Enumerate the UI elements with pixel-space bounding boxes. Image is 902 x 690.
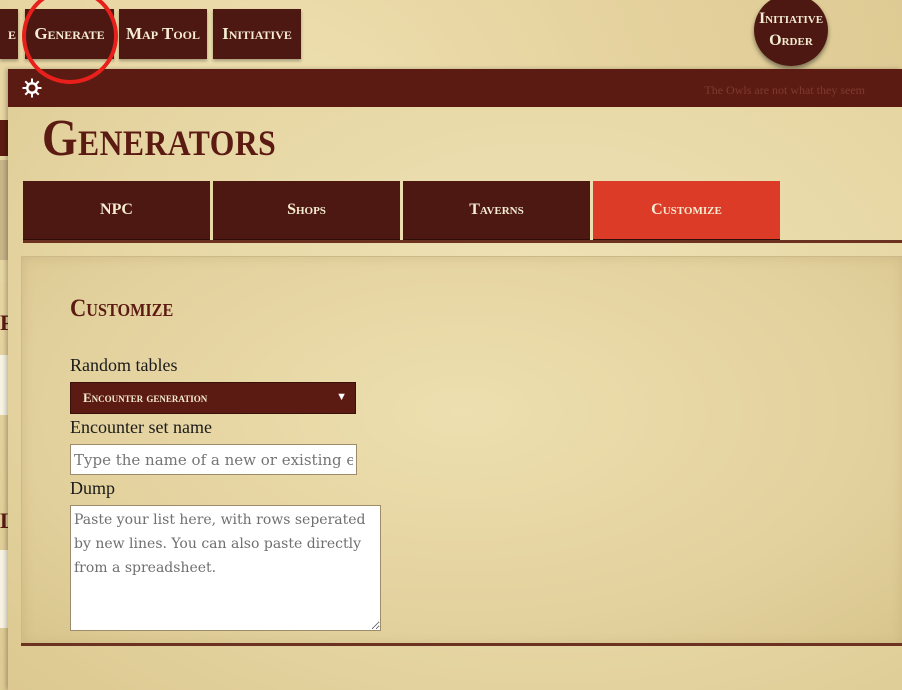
encounter-set-label: Encounter set name bbox=[70, 417, 212, 437]
encounter-set-input[interactable] bbox=[70, 444, 357, 475]
nav-generate-button[interactable]: Generate bbox=[25, 9, 114, 59]
dump-label: Dump bbox=[70, 478, 115, 498]
random-tables-label: Random tables bbox=[70, 355, 178, 375]
tab-npc-label: NPC bbox=[100, 201, 133, 218]
initiative-order-button[interactable]: Initiative Order bbox=[754, 0, 828, 66]
panel-header: The Owls are not what they seem bbox=[8, 69, 902, 107]
nav-map-tool-button[interactable]: Map Tool bbox=[119, 9, 207, 59]
tab-shops-label: Shops bbox=[287, 201, 326, 218]
tab-taverns-label: Taverns bbox=[469, 201, 524, 218]
section-title: Customize bbox=[70, 295, 174, 322]
gear-icon[interactable] bbox=[22, 78, 42, 98]
panel-tagline: The Owls are not what they seem bbox=[704, 83, 865, 97]
tab-taverns[interactable]: Taverns bbox=[403, 181, 590, 241]
nav-map-tool-label: Map Tool bbox=[126, 24, 200, 43]
tab-customize[interactable]: Customize bbox=[593, 181, 780, 241]
random-tables-selected-value: Encounter generation bbox=[83, 390, 208, 405]
tab-npc[interactable]: NPC bbox=[23, 181, 210, 241]
initiative-order-line2: Order bbox=[769, 32, 813, 49]
random-tables-select[interactable]: Encounter generation ▼ bbox=[70, 382, 356, 414]
dump-textarea[interactable] bbox=[70, 505, 381, 631]
generators-panel: The Owls are not what they seem Generato… bbox=[8, 69, 902, 690]
caret-down-icon: ▼ bbox=[336, 391, 347, 403]
content-divider bbox=[21, 643, 902, 646]
tab-customize-label: Customize bbox=[651, 201, 722, 218]
nav-partial-button[interactable]: e bbox=[0, 9, 18, 59]
nav-initiative-button[interactable]: Initiative bbox=[213, 9, 301, 59]
tab-divider bbox=[23, 240, 902, 243]
page-title: Generators bbox=[42, 110, 277, 167]
customize-section: Customize Random tables Encounter genera… bbox=[21, 256, 902, 645]
initiative-order-line1: Initiative bbox=[758, 10, 824, 27]
tab-shops[interactable]: Shops bbox=[213, 181, 400, 241]
nav-generate-label: Generate bbox=[34, 24, 105, 43]
nav-partial-label: e bbox=[7, 24, 16, 43]
nav-initiative-label: Initiative bbox=[222, 24, 292, 43]
